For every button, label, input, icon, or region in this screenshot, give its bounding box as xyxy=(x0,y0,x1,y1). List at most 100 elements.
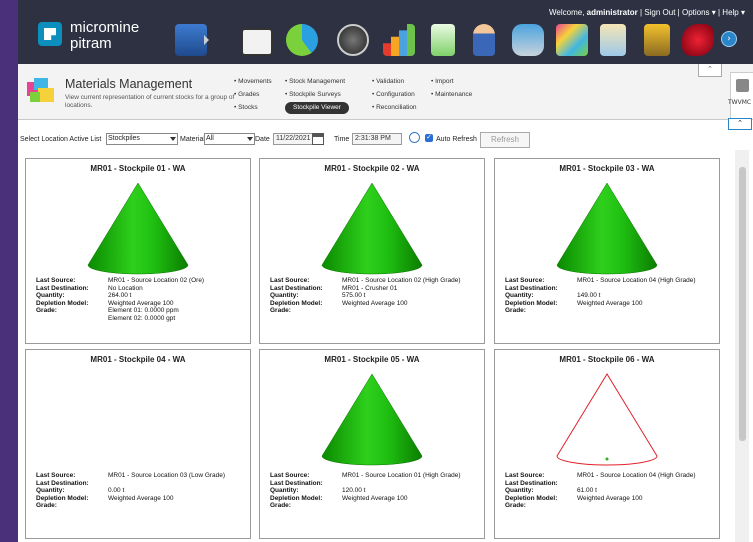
module-header: Materials Management View current repres… xyxy=(18,64,753,120)
nav-item-validation[interactable]: • Validation xyxy=(372,75,417,88)
stockpile-cone xyxy=(556,182,658,275)
chevron-down-icon xyxy=(247,137,253,141)
nav-item-stockpile-viewer[interactable]: Stockpile Viewer xyxy=(285,102,349,114)
location-list-select[interactable]: Stockpiles xyxy=(106,133,178,145)
depletion-model-label: Depletion Model: xyxy=(270,494,323,502)
stockpile-card[interactable]: MR01 - Stockpile 05 - WA Last Source: MR01… xyxy=(259,349,485,539)
stockpile-title: MR01 - Stockpile 02 - WA xyxy=(324,164,420,173)
explosives-icon[interactable] xyxy=(682,24,714,56)
depletion-model-value: Weighted Average 100 xyxy=(577,299,643,307)
pitram-app-icon[interactable] xyxy=(175,24,207,56)
page-description: View current representation of current s… xyxy=(65,94,235,109)
pie-chart-icon[interactable] xyxy=(286,24,318,56)
tool-label: TWVMC xyxy=(728,99,752,106)
stockpile-title: MR01 - Stockpile 06 - WA xyxy=(559,355,655,364)
material-value: All xyxy=(206,135,214,142)
materials-management-icon xyxy=(27,78,54,102)
welcome-text: Welcome, xyxy=(549,8,585,17)
grade-label: Grade: xyxy=(270,307,291,315)
clipboard-icon[interactable] xyxy=(600,24,626,56)
location-list-label: Select Location Active List xyxy=(20,136,102,143)
nav-column-2: • Stock Management • Stockpile Surveys S… xyxy=(285,75,349,114)
last-destination-label: Last Destination: xyxy=(270,479,323,487)
nav-item-movements[interactable]: • Movements xyxy=(234,75,272,88)
nav-column-4: • Import • Maintenance xyxy=(431,75,472,101)
time-input[interactable]: 2:31:38 PM xyxy=(352,133,402,145)
last-source-label: Last Source: xyxy=(36,472,76,479)
nav-item-maintenance[interactable]: • Maintenance xyxy=(431,88,472,101)
calendar-icon[interactable] xyxy=(312,133,324,145)
last-source-label: Last Source: xyxy=(505,277,545,284)
gauge-icon[interactable] xyxy=(337,24,369,56)
database-icon[interactable] xyxy=(512,24,544,56)
last-source-label: Last Source: xyxy=(36,277,76,284)
date-label: Date xyxy=(255,136,270,143)
refresh-button[interactable]: Refresh xyxy=(480,132,530,148)
stockpile-card[interactable]: MR01 - Stockpile 06 - WA Last Source: MR01… xyxy=(494,349,720,539)
depletion-model-label: Depletion Model: xyxy=(505,494,558,502)
material-label: Material xyxy=(180,136,205,143)
stockpile-cone xyxy=(321,373,423,466)
stockpile-card[interactable]: MR01 - Stockpile 04 - WA Last Source: MR01… xyxy=(25,349,251,539)
nav-column-3: • Validation • Configuration • Reconcili… xyxy=(372,75,417,114)
nav-item-stock-management[interactable]: • Stock Management xyxy=(285,75,349,88)
nav-item-configuration[interactable]: • Configuration xyxy=(372,88,417,101)
quantity-value: 61.00 t xyxy=(577,487,597,495)
stockpile-card[interactable]: MR01 - Stockpile 01 - WA Last Source: MR01… xyxy=(25,158,251,344)
last-source-value: MR01 - Source Location 02 (Ore) xyxy=(108,277,205,284)
tools-icon xyxy=(736,79,749,92)
scrollbar-thumb[interactable] xyxy=(739,167,746,441)
materials-icon[interactable] xyxy=(556,24,588,56)
stockpile-title: MR01 - Stockpile 05 - WA xyxy=(324,355,420,364)
stockpile-cone xyxy=(321,182,423,275)
grade-value: Element 01: 0.0000 ppm xyxy=(108,307,179,315)
clock-icon[interactable] xyxy=(409,132,420,143)
toolkit-icon[interactable] xyxy=(644,24,670,56)
user-bar: Welcome, administrator | Sign Out | Opti… xyxy=(549,8,745,17)
depletion-model-label: Depletion Model: xyxy=(36,494,89,502)
collapse-header-button[interactable]: ⌃ xyxy=(698,64,722,77)
quantity-label: Quantity: xyxy=(505,292,534,300)
twvmc-tool-button[interactable]: TWVMC xyxy=(728,72,753,120)
nav-item-grades[interactable]: • Grades xyxy=(234,88,272,101)
stockpile-card[interactable]: MR01 - Stockpile 02 - WA Last Source: MR01… xyxy=(259,158,485,344)
quantity-value: 0.00 t xyxy=(108,487,125,495)
quantity-label: Quantity: xyxy=(36,292,65,300)
next-apps-button[interactable]: › xyxy=(721,31,737,47)
stockpile-cone xyxy=(86,372,190,466)
stockpile-title: MR01 - Stockpile 04 - WA xyxy=(90,355,186,364)
logo[interactable]: micromine pitram xyxy=(32,16,182,52)
material-select[interactable]: All xyxy=(204,133,255,145)
nav-item-stocks[interactable]: • Stocks xyxy=(234,101,272,114)
last-source-value: MR01 - Source Location 04 (High Grade) xyxy=(577,472,696,479)
last-source-value: MR01 - Source Location 02 (High Grade) xyxy=(342,277,461,284)
quantity-label: Quantity: xyxy=(270,292,299,300)
nav-item-stockpile-surveys[interactable]: • Stockpile Surveys xyxy=(285,88,349,101)
chart-app-icon[interactable] xyxy=(241,28,273,56)
stockpile-card[interactable]: MR01 - Stockpile 03 - WA Last Source: MR01… xyxy=(494,158,720,344)
document-icon[interactable] xyxy=(431,24,455,56)
grade-label: Grade: xyxy=(270,502,291,510)
last-source-value: MR01 - Source Location 03 (Low Grade) xyxy=(108,472,226,479)
location-list-value: Stockpiles xyxy=(108,135,140,142)
quantity-label: Quantity: xyxy=(36,487,65,495)
nav-item-import[interactable]: • Import xyxy=(431,75,472,88)
nav-item-reconciliation[interactable]: • Reconciliation xyxy=(372,101,417,114)
user-name[interactable]: administrator xyxy=(587,8,638,17)
user-icon[interactable] xyxy=(473,24,495,56)
depletion-model-value: Weighted Average 100 xyxy=(577,494,643,502)
nav-column-1: • Movements • Grades • Stocks xyxy=(234,75,272,114)
top-bar: micromine pitram Welcome, administrator … xyxy=(18,0,753,66)
stockpile-cone xyxy=(556,373,658,466)
bar-chart-icon[interactable] xyxy=(383,24,415,56)
last-source-label: Last Source: xyxy=(505,472,545,479)
grade-value: Element 02: 0.0000 gpt xyxy=(108,314,176,322)
depletion-model-value: Weighted Average 100 xyxy=(108,494,174,502)
header-links[interactable]: | Sign Out | Options ▾ | Help ▾ xyxy=(640,8,745,17)
stockpile-cone xyxy=(87,182,189,275)
logo-text: micromine xyxy=(70,19,140,36)
quantity-value: 149.00 t xyxy=(577,292,601,300)
auto-refresh-label: Auto Refresh xyxy=(436,136,477,143)
auto-refresh-checkbox[interactable]: ✓ xyxy=(425,134,433,142)
last-source-label: Last Source: xyxy=(270,472,310,479)
